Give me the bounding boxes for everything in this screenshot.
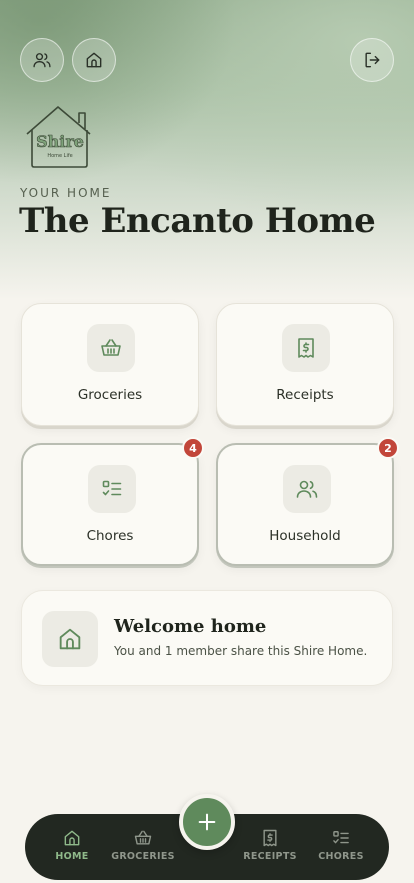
logout-icon xyxy=(365,52,380,68)
nav-home-label: HOME xyxy=(55,851,89,862)
logout-button[interactable] xyxy=(350,38,394,82)
welcome-card: Welcome home You and 1 member share this… xyxy=(21,590,393,686)
users-icon xyxy=(296,480,318,498)
nav-home[interactable]: HOME xyxy=(37,828,107,862)
home-eyebrow: YOUR HOME xyxy=(20,186,112,200)
house-icon xyxy=(59,628,81,650)
checklist-icon xyxy=(333,831,349,844)
chores-card[interactable]: Chores xyxy=(21,443,199,566)
page-title: The Encanto Home xyxy=(19,201,376,241)
household-count-badge: 2 xyxy=(377,437,399,459)
basket-icon xyxy=(101,339,121,356)
welcome-subtitle: You and 1 member share this Shire Home. xyxy=(114,644,368,658)
nav-groceries-label: GROCERIES xyxy=(111,851,175,862)
receipts-label: Receipts xyxy=(276,387,334,403)
logo-text: Shire xyxy=(36,132,84,151)
groceries-label: Groceries xyxy=(77,387,143,403)
shire-logo: Shire Home Life xyxy=(24,104,96,170)
receipt-icon xyxy=(298,338,314,358)
add-button[interactable] xyxy=(179,794,235,850)
plus-icon xyxy=(198,813,216,831)
house-icon xyxy=(64,830,80,846)
welcome-title: Welcome home xyxy=(114,616,267,637)
nav-receipts[interactable]: RECEIPTS xyxy=(235,828,305,862)
nav-groceries[interactable]: GROCERIES xyxy=(108,828,178,862)
receipt-icon xyxy=(263,829,277,847)
logo-subtext: Home Life xyxy=(47,153,72,159)
checklist-icon xyxy=(102,480,122,496)
household-label: Household xyxy=(269,528,341,544)
groceries-card[interactable]: Groceries xyxy=(21,303,199,426)
nav-receipts-label: RECEIPTS xyxy=(243,851,297,862)
chores-count-badge: 4 xyxy=(182,437,204,459)
basket-icon xyxy=(134,830,152,845)
house-icon xyxy=(86,52,102,68)
household-card[interactable]: Household xyxy=(216,443,394,566)
nav-chores[interactable]: CHORES xyxy=(306,828,376,862)
members-button[interactable] xyxy=(20,38,64,82)
nav-chores-label: CHORES xyxy=(318,851,364,862)
chores-label: Chores xyxy=(86,528,134,544)
home-switch-button[interactable] xyxy=(72,38,116,82)
users-icon xyxy=(33,53,51,68)
receipts-card[interactable]: Receipts xyxy=(216,303,394,426)
